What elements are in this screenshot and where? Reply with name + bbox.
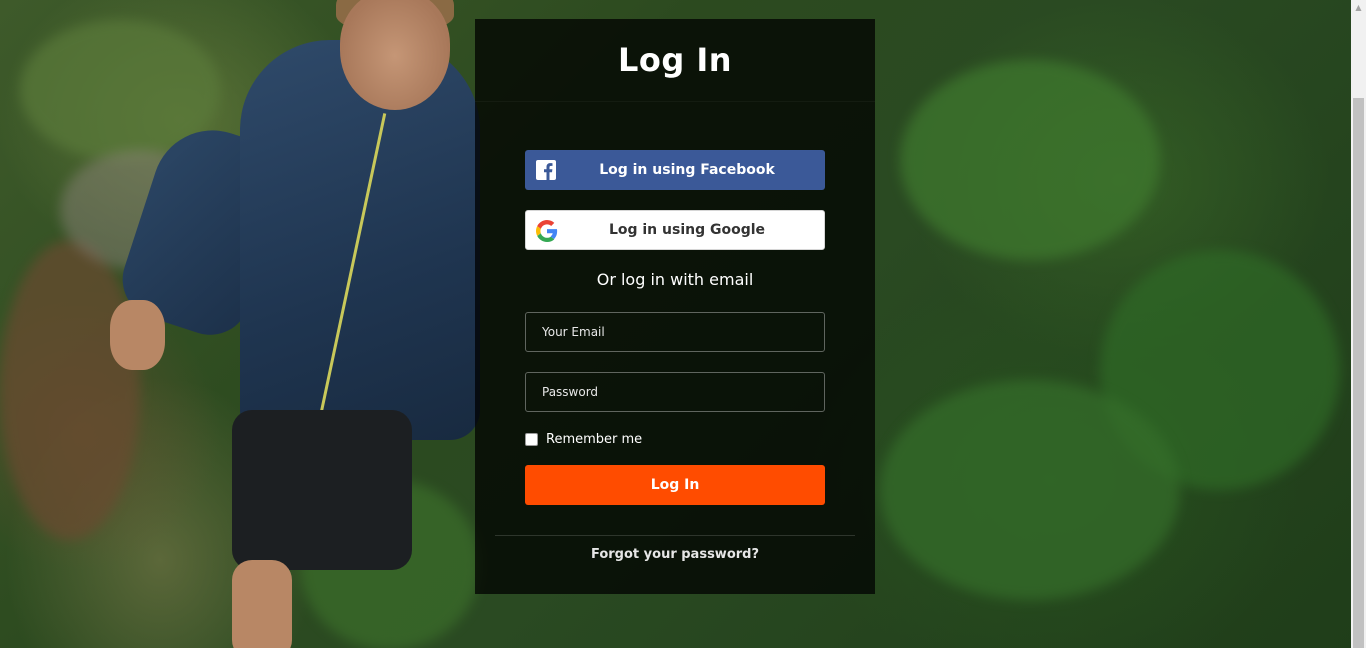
- google-login-button[interactable]: Log in using Google: [525, 210, 825, 250]
- google-icon: [536, 220, 558, 242]
- panel-header: Log In: [475, 19, 875, 102]
- vertical-scrollbar[interactable]: ▲: [1351, 0, 1366, 648]
- forgot-password-link[interactable]: Forgot your password?: [475, 547, 875, 562]
- facebook-login-button[interactable]: Log in using Facebook: [525, 150, 825, 190]
- runner-shorts: [232, 410, 412, 570]
- google-login-label: Log in using Google: [608, 222, 766, 238]
- remember-me-checkbox[interactable]: [525, 433, 538, 446]
- login-button[interactable]: Log In: [525, 465, 825, 505]
- scroll-up-arrow-icon[interactable]: ▲: [1351, 0, 1366, 15]
- foliage: [900, 60, 1160, 260]
- foliage: [0, 240, 140, 540]
- remember-me[interactable]: Remember me: [525, 432, 642, 447]
- email-login-divider-text: Or log in with email: [596, 270, 754, 289]
- foliage: [880, 380, 1180, 600]
- remember-me-label: Remember me: [546, 432, 643, 447]
- runner-leg: [232, 560, 292, 648]
- facebook-login-label: Log in using Facebook: [599, 162, 775, 178]
- runner-hand: [110, 300, 165, 370]
- password-field[interactable]: [525, 372, 825, 412]
- login-page: Log In Log in using Facebook Log in usin…: [0, 0, 1366, 648]
- runner-jacket: [240, 40, 480, 440]
- page-title: Log In: [617, 41, 733, 79]
- login-panel: Log In Log in using Facebook Log in usin…: [475, 19, 875, 594]
- divider: [495, 535, 855, 536]
- scrollbar-thumb[interactable]: [1353, 98, 1364, 648]
- facebook-icon: [535, 159, 557, 181]
- email-field[interactable]: [525, 312, 825, 352]
